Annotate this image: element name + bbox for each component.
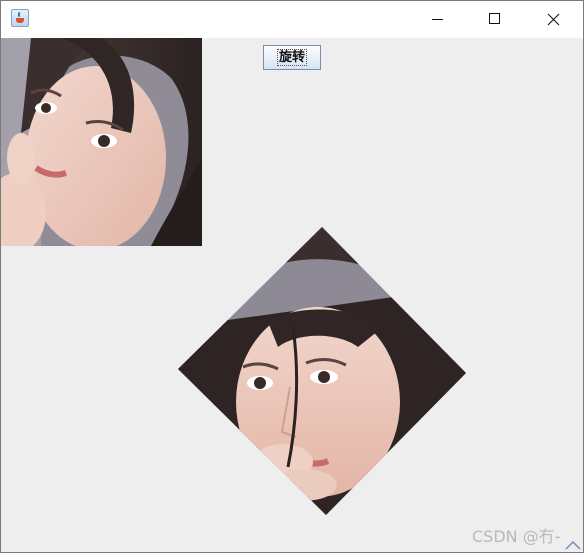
resize-grip-icon[interactable] (565, 541, 581, 550)
app-window: 旋转 CSDN @冇- (0, 0, 584, 553)
title-bar[interactable] (1, 1, 583, 38)
close-icon (547, 13, 560, 26)
rotate-button[interactable]: 旋转 (263, 45, 321, 70)
csdn-watermark: CSDN @冇- (472, 527, 561, 546)
portrait-photo-rotated (178, 227, 466, 515)
java-cup-icon[interactable] (11, 9, 29, 27)
close-button[interactable] (524, 1, 582, 38)
minimize-button[interactable] (408, 1, 466, 38)
minimize-icon (432, 19, 443, 20)
maximize-button[interactable] (466, 1, 524, 38)
rotate-button-label: 旋转 (276, 49, 307, 66)
maximize-icon (489, 13, 500, 24)
portrait-photo (1, 38, 202, 246)
